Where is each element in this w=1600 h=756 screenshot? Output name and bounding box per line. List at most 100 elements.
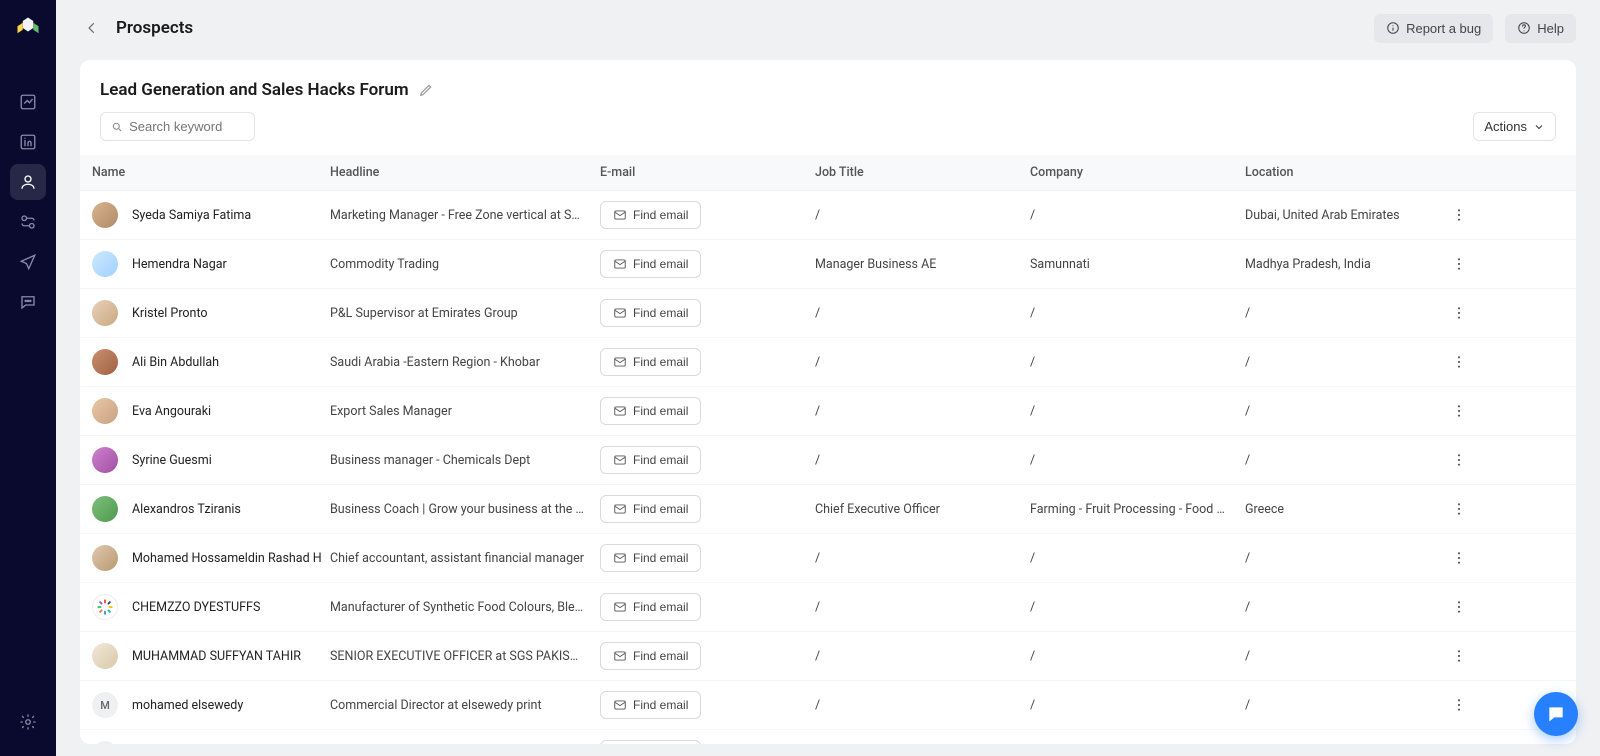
find-email-button[interactable]: Find email [600,299,701,327]
find-email-button[interactable]: Find email [600,593,701,621]
find-email-button[interactable]: Find email [600,250,701,278]
info-icon [1386,21,1400,35]
row-menu-button[interactable] [1447,350,1471,374]
edit-title-icon[interactable] [419,83,433,97]
prospect-name[interactable]: mohamed elsewedy [132,698,243,713]
row-menu-button[interactable] [1447,203,1471,227]
nav-settings[interactable] [10,704,46,740]
avatar [92,447,118,473]
table-row: Mohamed Hossameldin Rashad HChief accoun… [80,534,1576,583]
nav-prospects[interactable] [10,164,46,200]
row-menu-button[interactable] [1447,301,1471,325]
row-menu-button[interactable] [1447,399,1471,423]
nav-analytics[interactable] [10,84,46,120]
more-vertical-icon [1451,354,1467,370]
prospect-name[interactable]: Ali Bin Abdullah [132,355,219,370]
prospect-name[interactable]: Alexandros Tziranis [132,502,241,517]
row-menu-button[interactable] [1447,742,1471,744]
cell-location: Greece [1237,502,1447,517]
nav-send[interactable] [10,244,46,280]
find-email-button[interactable]: Find email [600,446,701,474]
nav-automation[interactable] [10,204,46,240]
nav-linkedin[interactable] [10,124,46,160]
cell-company: Samunnati [1022,257,1237,272]
mail-icon [613,502,627,516]
prospect-name[interactable]: Mohamed Hossameldin Rashad H [132,551,322,566]
col-email: E-mail [592,155,807,190]
cell-company: / [1022,698,1237,713]
search-input[interactable] [129,119,244,134]
topbar: Prospects Report a bug Help [56,0,1600,56]
help-button[interactable]: Help [1505,14,1576,43]
cell-location: / [1237,306,1447,321]
actions-dropdown[interactable]: Actions [1473,112,1556,141]
prospect-name[interactable]: Syrine Guesmi [132,453,212,468]
row-menu-button[interactable] [1447,252,1471,276]
prospect-name[interactable]: Hemendra Nagar [132,257,227,272]
chevron-down-icon [1533,121,1545,133]
row-menu-button[interactable] [1447,448,1471,472]
chat-icon [1546,704,1566,724]
col-name: Name [92,155,322,190]
find-email-button[interactable]: Find email [600,691,701,719]
prospect-name[interactable]: Syeda Samiya Fatima [132,208,251,223]
row-menu-button[interactable] [1447,693,1471,717]
cell-job-title: / [807,551,1022,566]
nav-messages[interactable] [10,284,46,320]
more-vertical-icon [1451,648,1467,664]
table-row: Alexandros TziranisBusiness Coach | Grow… [80,485,1576,534]
col-company: Company [1022,155,1237,190]
prospect-name[interactable]: Kristel Pronto [132,306,208,321]
find-email-button[interactable]: Find email [600,397,701,425]
mail-icon [613,208,627,222]
prospect-name[interactable]: MUHAMMAD SUFFYAN TAHIR [132,649,301,664]
table-row: Syeda Samiya Fatima Marketing Manager - F… [80,191,1576,240]
prospect-headline: P&L Supervisor at Emirates Group [322,306,592,321]
mail-icon [613,551,627,565]
cell-location: / [1237,649,1447,664]
find-email-button[interactable]: Find email [600,740,701,744]
table-row: Eva AngourakiExport Sales ManagerFind em… [80,387,1576,436]
more-vertical-icon [1451,599,1467,615]
report-bug-button[interactable]: Report a bug [1374,14,1493,43]
search-box[interactable] [100,112,255,141]
row-menu-button[interactable] [1447,497,1471,521]
find-email-button[interactable]: Find email [600,348,701,376]
back-button[interactable] [80,16,104,40]
table-row: Mmohamed elsewedyCommercial Director at … [80,681,1576,730]
row-menu-button[interactable] [1447,546,1471,570]
col-headline: Headline [322,155,592,190]
table-header: Name Headline E-mail Job Title Company L… [80,155,1576,191]
cell-location: Dubai, United Arab Emirates [1237,208,1447,223]
prospect-headline: Saudi Arabia -Eastern Region - Khobar [322,355,592,370]
table-row: Kristel Pronto P&L Supervisor at Emirates… [80,289,1576,338]
avatar [92,300,118,326]
prospect-headline: Marketing Manager - Free Zone vertical a… [322,208,592,223]
avatar [92,545,118,571]
find-email-button[interactable]: Find email [600,642,701,670]
table-row: Syrine Guesmi Business manager - Chemical… [80,436,1576,485]
table-row: Hemendra NagarCommodity TradingFind emai… [80,240,1576,289]
row-menu-button[interactable] [1447,595,1471,619]
cell-job-title: / [807,698,1022,713]
prospect-name[interactable]: CHEMZZO DYESTUFFS [132,600,260,615]
cell-company: / [1022,355,1237,370]
row-menu-button[interactable] [1447,644,1471,668]
prospect-name[interactable]: Eva Angouraki [132,404,211,419]
chat-fab[interactable] [1534,692,1578,736]
list-title: Lead Generation and Sales Hacks Forum [100,80,409,100]
cell-job-title: / [807,453,1022,468]
find-email-button[interactable]: Find email [600,495,701,523]
more-vertical-icon [1451,256,1467,272]
mail-icon [613,404,627,418]
prospect-headline: Business manager - Chemicals Dept [322,453,592,468]
prospect-headline: Chief accountant, assistant financial ma… [322,551,592,566]
cell-company: / [1022,453,1237,468]
find-email-button[interactable]: Find email [600,201,701,229]
cell-job-title: Manager Business AE [807,257,1022,272]
more-vertical-icon [1451,501,1467,517]
cell-company: / [1022,404,1237,419]
find-email-button[interactable]: Find email [600,544,701,572]
cell-location: / [1237,698,1447,713]
mail-icon [613,306,627,320]
